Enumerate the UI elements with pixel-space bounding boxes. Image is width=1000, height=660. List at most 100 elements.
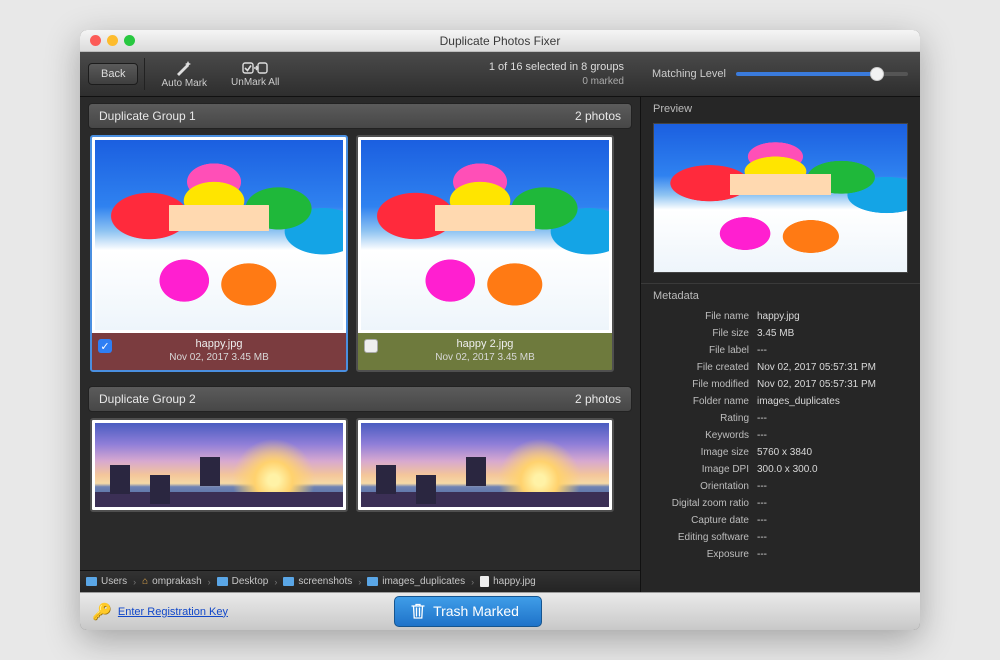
metadata-row: Capture date--- xyxy=(647,512,918,529)
metadata-key: Folder name xyxy=(647,393,757,410)
group-title: Duplicate Group 2 xyxy=(99,392,196,406)
group-thumbs xyxy=(80,418,640,520)
folder-icon xyxy=(217,577,228,586)
photo-card[interactable]: happy 2.jpg Nov 02, 2017 3.45 MB xyxy=(356,135,614,372)
mark-checkbox[interactable] xyxy=(364,339,378,353)
app-window: Duplicate Photos Fixer Back Auto Mark Un… xyxy=(80,30,920,630)
trash-label: Trash Marked xyxy=(433,603,519,619)
metadata-key: Editing software xyxy=(647,529,757,546)
matching-level-label: Matching Level xyxy=(652,68,726,80)
metadata-key: Keywords xyxy=(647,427,757,444)
photo-thumb xyxy=(92,420,346,510)
metadata-key: Capture date xyxy=(647,512,757,529)
metadata-value: --- xyxy=(757,546,767,563)
sidebar-right: Preview Metadata File namehappy.jpgFile … xyxy=(640,97,920,592)
metadata-value: Nov 02, 2017 05:57:31 PM xyxy=(757,359,876,376)
metadata-key: File modified xyxy=(647,376,757,393)
metadata-key: Rating xyxy=(647,410,757,427)
metadata-value: --- xyxy=(757,529,767,546)
metadata-value: happy.jpg xyxy=(757,308,800,325)
automark-button[interactable]: Auto Mark xyxy=(151,58,217,91)
back-button[interactable]: Back xyxy=(88,63,138,85)
photo-date: Nov 02, 2017 3.45 MB xyxy=(100,352,338,363)
metadata-key: Exposure xyxy=(647,546,757,563)
folder-icon xyxy=(367,577,378,586)
matching-level-slider[interactable] xyxy=(736,72,908,76)
crumb-screenshots[interactable]: screenshots xyxy=(283,576,352,587)
traffic-lights xyxy=(90,35,135,46)
metadata-row: Folder nameimages_duplicates xyxy=(647,393,918,410)
close-window-icon[interactable] xyxy=(90,35,101,46)
metadata-value: 5760 x 3840 xyxy=(757,444,812,461)
metadata-label: Metadata xyxy=(641,283,920,306)
metadata-row: File size3.45 MB xyxy=(647,325,918,342)
metadata-value: Nov 02, 2017 05:57:31 PM xyxy=(757,376,876,393)
metadata-key: File created xyxy=(647,359,757,376)
photo-filename: happy.jpg xyxy=(100,338,338,350)
minimize-window-icon[interactable] xyxy=(107,35,118,46)
photo-card[interactable] xyxy=(356,418,614,512)
results-scroll[interactable]: Duplicate Group 1 2 photos ✓ happy.jpg N… xyxy=(80,97,640,570)
breadcrumb: Users› ⌂omprakash› Desktop› screenshots›… xyxy=(80,570,640,592)
matching-level-control: Matching Level xyxy=(652,68,912,80)
unmarkall-button[interactable]: UnMark All xyxy=(221,59,289,90)
zoom-window-icon[interactable] xyxy=(124,35,135,46)
metadata-value: --- xyxy=(757,495,767,512)
trash-marked-button[interactable]: Trash Marked xyxy=(394,596,542,627)
photo-card[interactable]: ✓ happy.jpg Nov 02, 2017 3.45 MB xyxy=(90,135,348,372)
bottom-bar: 🔑 Enter Registration Key Trash Marked xyxy=(80,592,920,630)
registration-link[interactable]: Enter Registration Key xyxy=(118,606,228,618)
metadata-value: --- xyxy=(757,512,767,529)
photo-filename: happy 2.jpg xyxy=(366,338,604,350)
metadata-row: Orientation--- xyxy=(647,478,918,495)
metadata-key: Image size xyxy=(647,444,757,461)
metadata-list[interactable]: File namehappy.jpgFile size3.45 MBFile l… xyxy=(641,306,920,592)
mark-checkbox[interactable]: ✓ xyxy=(98,339,112,353)
crumb-images[interactable]: images_duplicates xyxy=(367,576,465,587)
crumb-home[interactable]: ⌂omprakash xyxy=(142,576,202,587)
preview-label: Preview xyxy=(641,97,920,121)
photo-thumb xyxy=(92,137,346,333)
slider-thumb-icon[interactable] xyxy=(870,67,884,81)
key-icon: 🔑 xyxy=(92,602,112,622)
metadata-row: Editing software--- xyxy=(647,529,918,546)
crumb-file[interactable]: happy.jpg xyxy=(480,576,536,587)
metadata-key: File name xyxy=(647,308,757,325)
main-panel: Duplicate Group 1 2 photos ✓ happy.jpg N… xyxy=(80,97,640,592)
photo-thumb xyxy=(358,420,612,510)
metadata-row: Image DPI300.0 x 300.0 xyxy=(647,461,918,478)
group-title: Duplicate Group 1 xyxy=(99,109,196,123)
crumb-users[interactable]: Users xyxy=(86,576,127,587)
metadata-row: Exposure--- xyxy=(647,546,918,563)
photo-thumb xyxy=(358,137,612,333)
metadata-row: File namehappy.jpg xyxy=(647,308,918,325)
group-thumbs: ✓ happy.jpg Nov 02, 2017 3.45 MB happy 2… xyxy=(80,135,640,380)
photo-card[interactable] xyxy=(90,418,348,512)
trash-icon xyxy=(411,603,425,619)
metadata-value: --- xyxy=(757,342,767,359)
metadata-row: Keywords--- xyxy=(647,427,918,444)
status-line1: 1 of 16 selected in 8 groups xyxy=(489,60,624,74)
group-header: Duplicate Group 2 2 photos xyxy=(88,386,632,412)
crumb-desktop[interactable]: Desktop xyxy=(217,576,269,587)
window-title: Duplicate Photos Fixer xyxy=(80,34,920,48)
metadata-row: Rating--- xyxy=(647,410,918,427)
body: Duplicate Group 1 2 photos ✓ happy.jpg N… xyxy=(80,97,920,592)
unmarkall-label: UnMark All xyxy=(231,77,279,88)
status-line2: 0 marked xyxy=(489,75,624,88)
metadata-key: Orientation xyxy=(647,478,757,495)
metadata-key: Digital zoom ratio xyxy=(647,495,757,512)
metadata-value: --- xyxy=(757,478,767,495)
toolbar: Back Auto Mark UnMark All 1 of 16 select… xyxy=(80,52,920,97)
metadata-row: File label--- xyxy=(647,342,918,359)
metadata-value: 300.0 x 300.0 xyxy=(757,461,818,478)
selection-status: 1 of 16 selected in 8 groups 0 marked xyxy=(489,60,624,87)
metadata-value: --- xyxy=(757,410,767,427)
wand-icon xyxy=(175,60,193,76)
group-header: Duplicate Group 1 2 photos xyxy=(88,103,632,129)
metadata-row: File createdNov 02, 2017 05:57:31 PM xyxy=(647,359,918,376)
group-count: 2 photos xyxy=(575,392,621,406)
metadata-row: File modifiedNov 02, 2017 05:57:31 PM xyxy=(647,376,918,393)
unmark-icon xyxy=(242,61,268,75)
metadata-row: Image size5760 x 3840 xyxy=(647,444,918,461)
